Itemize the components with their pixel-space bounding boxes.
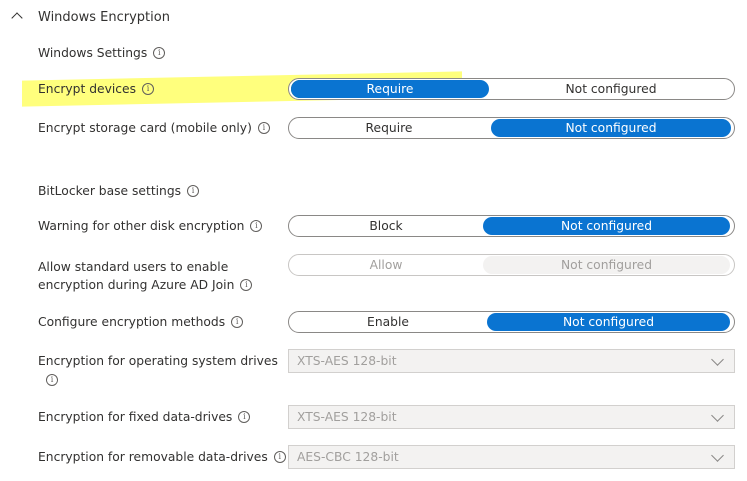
- allow-standard-users-label: Allow standard users to enable encryptio…: [38, 258, 253, 294]
- fixed-drives-dropdown: XTS-AES 128-bit: [288, 405, 735, 429]
- os-drives-label: Encryption for operating system drives: [38, 354, 278, 368]
- warning-other-disk-label-text: Warning for other disk encryption: [38, 219, 245, 233]
- info-icon[interactable]: i: [250, 219, 263, 232]
- configure-methods-enable-option[interactable]: Enable: [289, 313, 487, 331]
- warning-other-disk-not-configured-option[interactable]: Not configured: [483, 217, 730, 235]
- removable-drives-value: AES-CBC 128-bit: [297, 450, 399, 464]
- chevron-down-icon: [711, 353, 724, 366]
- encrypt-devices-require-option[interactable]: Require: [291, 80, 489, 98]
- encrypt-storage-card-toggle[interactable]: Require Not configured: [288, 117, 735, 139]
- encrypt-devices-label: Encrypt devices i: [38, 82, 154, 96]
- encrypt-devices-not-configured-option[interactable]: Not configured: [489, 80, 733, 98]
- info-icon[interactable]: i: [231, 315, 244, 328]
- windows-settings-heading-text: Windows Settings: [38, 46, 148, 60]
- info-icon[interactable]: i: [257, 121, 270, 134]
- chevron-down-icon: [711, 409, 724, 422]
- removable-drives-label: Encryption for removable data-drives i: [38, 450, 286, 464]
- allow-standard-users-allow-option: Allow: [369, 258, 403, 272]
- bitlocker-heading: BitLocker base settings i: [38, 184, 200, 198]
- section-title: Windows Encryption: [38, 10, 170, 25]
- info-icon[interactable]: i: [273, 450, 286, 463]
- os-drives-value: XTS-AES 128-bit: [297, 354, 397, 368]
- configure-methods-label-text: Configure encryption methods: [38, 315, 226, 329]
- removable-drives-label-text: Encryption for removable data-drives: [38, 450, 268, 464]
- allow-standard-users-not-configured-option: Not configured: [483, 256, 730, 274]
- info-icon[interactable]: i: [46, 373, 58, 386]
- configure-methods-not-configured-option[interactable]: Not configured: [487, 313, 730, 331]
- info-icon[interactable]: i: [187, 184, 200, 197]
- windows-settings-heading: Windows Settings i: [38, 46, 166, 60]
- encrypt-storage-card-label: Encrypt storage card (mobile only) i: [38, 121, 270, 135]
- chevron-up-icon[interactable]: [11, 12, 23, 24]
- allow-standard-users-toggle: Allow Not configured: [288, 254, 735, 276]
- encrypt-devices-require-text: Require: [366, 82, 414, 96]
- configure-methods-toggle[interactable]: Enable Not configured: [288, 311, 735, 333]
- fixed-drives-value: XTS-AES 128-bit: [297, 410, 397, 424]
- warning-other-disk-label: Warning for other disk encryption i: [38, 219, 263, 233]
- allow-standard-users-label-line1: Allow standard users to enable: [38, 260, 229, 274]
- warning-other-disk-toggle[interactable]: Block Not configured: [288, 215, 735, 237]
- allow-standard-users-label-line2: encryption during Azure AD Join: [38, 278, 235, 292]
- info-icon[interactable]: i: [142, 82, 154, 95]
- encrypt-storage-card-label-text: Encrypt storage card (mobile only): [38, 121, 252, 135]
- os-drives-dropdown: XTS-AES 128-bit: [288, 349, 735, 373]
- encrypt-storage-card-require-option[interactable]: Require: [289, 119, 489, 137]
- info-icon[interactable]: i: [240, 278, 253, 291]
- info-icon[interactable]: i: [153, 46, 166, 59]
- encrypt-devices-toggle[interactable]: Require Not configured: [288, 78, 735, 100]
- fixed-drives-label-text: Encryption for fixed data-drives: [38, 410, 233, 424]
- encrypt-storage-card-not-configured-option[interactable]: Not configured: [491, 119, 731, 137]
- configure-methods-label: Configure encryption methods i: [38, 315, 244, 329]
- bitlocker-heading-text: BitLocker base settings: [38, 184, 182, 198]
- removable-drives-dropdown: AES-CBC 128-bit: [288, 445, 735, 469]
- encrypt-devices-label-text: Encrypt devices: [38, 82, 136, 96]
- info-icon[interactable]: i: [238, 410, 251, 423]
- warning-other-disk-block-option[interactable]: Block: [289, 217, 483, 235]
- chevron-down-icon: [711, 449, 724, 462]
- fixed-drives-label: Encryption for fixed data-drives i: [38, 410, 251, 424]
